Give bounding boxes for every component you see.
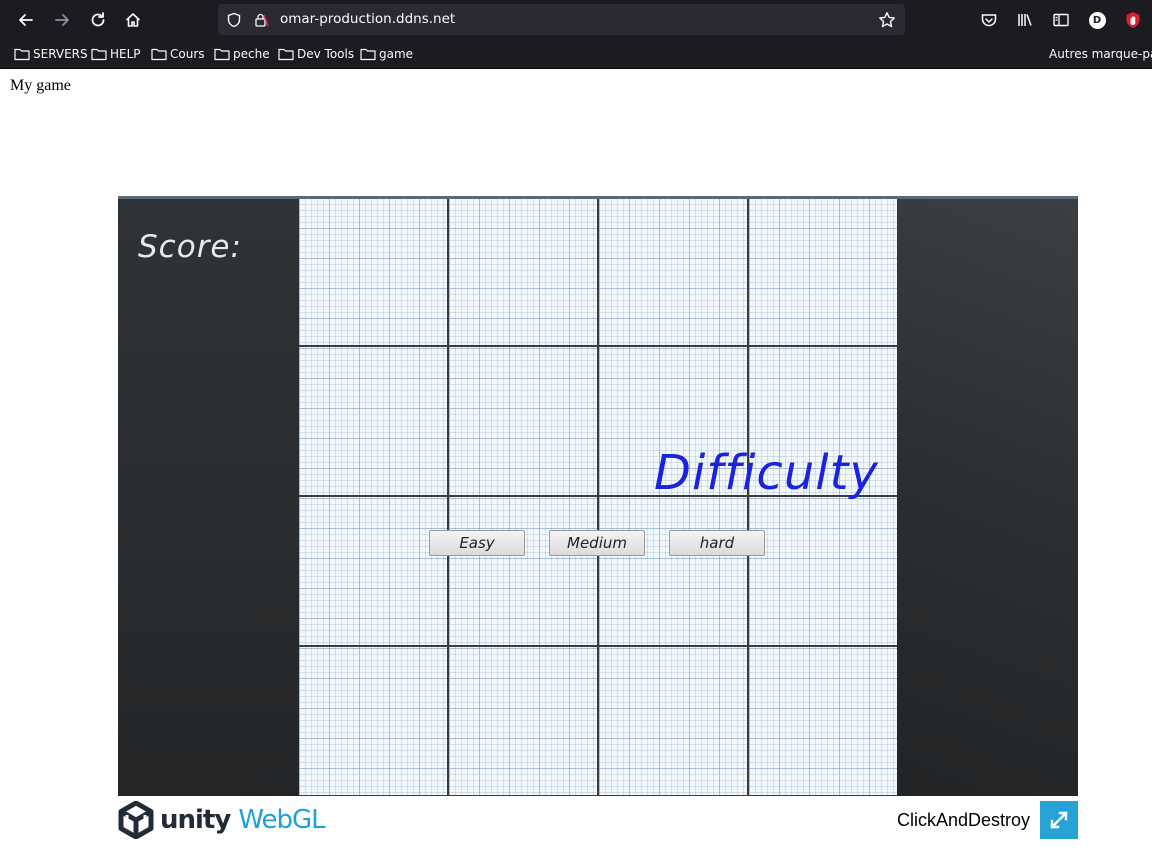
expand-icon <box>1050 811 1068 829</box>
right-panel <box>897 199 1078 796</box>
pocket-icon[interactable] <box>975 6 1003 34</box>
easy-button[interactable]: Easy <box>429 530 525 556</box>
score-label: Score: <box>138 229 242 265</box>
reload-icon[interactable] <box>84 6 112 34</box>
webgl-wordmark: WebGL <box>238 805 325 835</box>
shield-icon[interactable] <box>225 11 243 29</box>
bookmark-label: peche <box>233 47 270 61</box>
lock-icon[interactable] <box>252 11 270 29</box>
bookmark-label: Dev Tools <box>297 47 355 61</box>
extension-icon[interactable] <box>1119 6 1147 34</box>
account-initial: D <box>1088 11 1106 29</box>
account-icon[interactable]: D <box>1083 6 1111 34</box>
folder-icon <box>214 48 230 61</box>
fullscreen-button[interactable] <box>1040 801 1078 839</box>
folder-icon <box>151 48 167 61</box>
url-bar[interactable]: omar-production.ddns.net <box>218 4 905 35</box>
difficulty-heading: Difficulty <box>654 445 879 501</box>
bookmark-dev-tools[interactable]: Dev Tools <box>278 45 354 63</box>
url-text[interactable]: omar-production.ddns.net <box>280 11 455 27</box>
bookmark-label: Cours <box>170 47 205 61</box>
unity-game-canvas[interactable]: Score: Difficulty Easy Medium hard <box>118 196 1078 796</box>
back-icon[interactable] <box>12 6 40 34</box>
unity-cube-icon <box>118 801 154 839</box>
bookmark-cours[interactable]: Cours <box>151 45 205 63</box>
unity-webgl-logo: unity WebGL <box>118 800 326 840</box>
star-icon[interactable] <box>878 11 896 29</box>
forward-icon[interactable] <box>48 6 76 34</box>
bookmark-help[interactable]: HELP <box>91 45 141 63</box>
game-name: ClickAndDestroy <box>896 810 1030 830</box>
graph-paper-board: Difficulty Easy Medium hard <box>299 199 897 796</box>
sidebar-icon[interactable] <box>1047 6 1075 34</box>
folder-icon <box>278 48 294 61</box>
bookmark-servers[interactable]: SERVERS <box>14 45 88 63</box>
bookmarks-toolbar: SERVERS HELP Cours peche Dev Tools game … <box>0 40 1152 69</box>
folder-icon <box>14 48 30 61</box>
home-icon[interactable] <box>119 6 147 34</box>
left-panel: Score: <box>118 199 299 796</box>
bookmark-label: HELP <box>110 47 141 61</box>
folder-icon <box>91 48 107 61</box>
browser-toolbar: omar-production.ddns.net D <box>0 0 1152 40</box>
bookmark-peche[interactable]: peche <box>214 45 270 63</box>
unity-wordmark: unity <box>160 805 231 835</box>
folder-icon <box>360 48 376 61</box>
unity-footer: unity WebGL ClickAndDestroy <box>118 798 1078 842</box>
bookmark-other[interactable]: Autres marque-pages <box>1046 45 1152 63</box>
bookmark-label: Autres marque-pages <box>1049 47 1152 61</box>
library-icon[interactable] <box>1011 6 1039 34</box>
bookmark-game[interactable]: game <box>360 45 413 63</box>
hard-button[interactable]: hard <box>669 530 765 556</box>
medium-button[interactable]: Medium <box>549 530 645 556</box>
page-title: My game <box>10 77 71 94</box>
bookmark-label: game <box>379 47 414 61</box>
bookmark-label: SERVERS <box>33 47 88 61</box>
